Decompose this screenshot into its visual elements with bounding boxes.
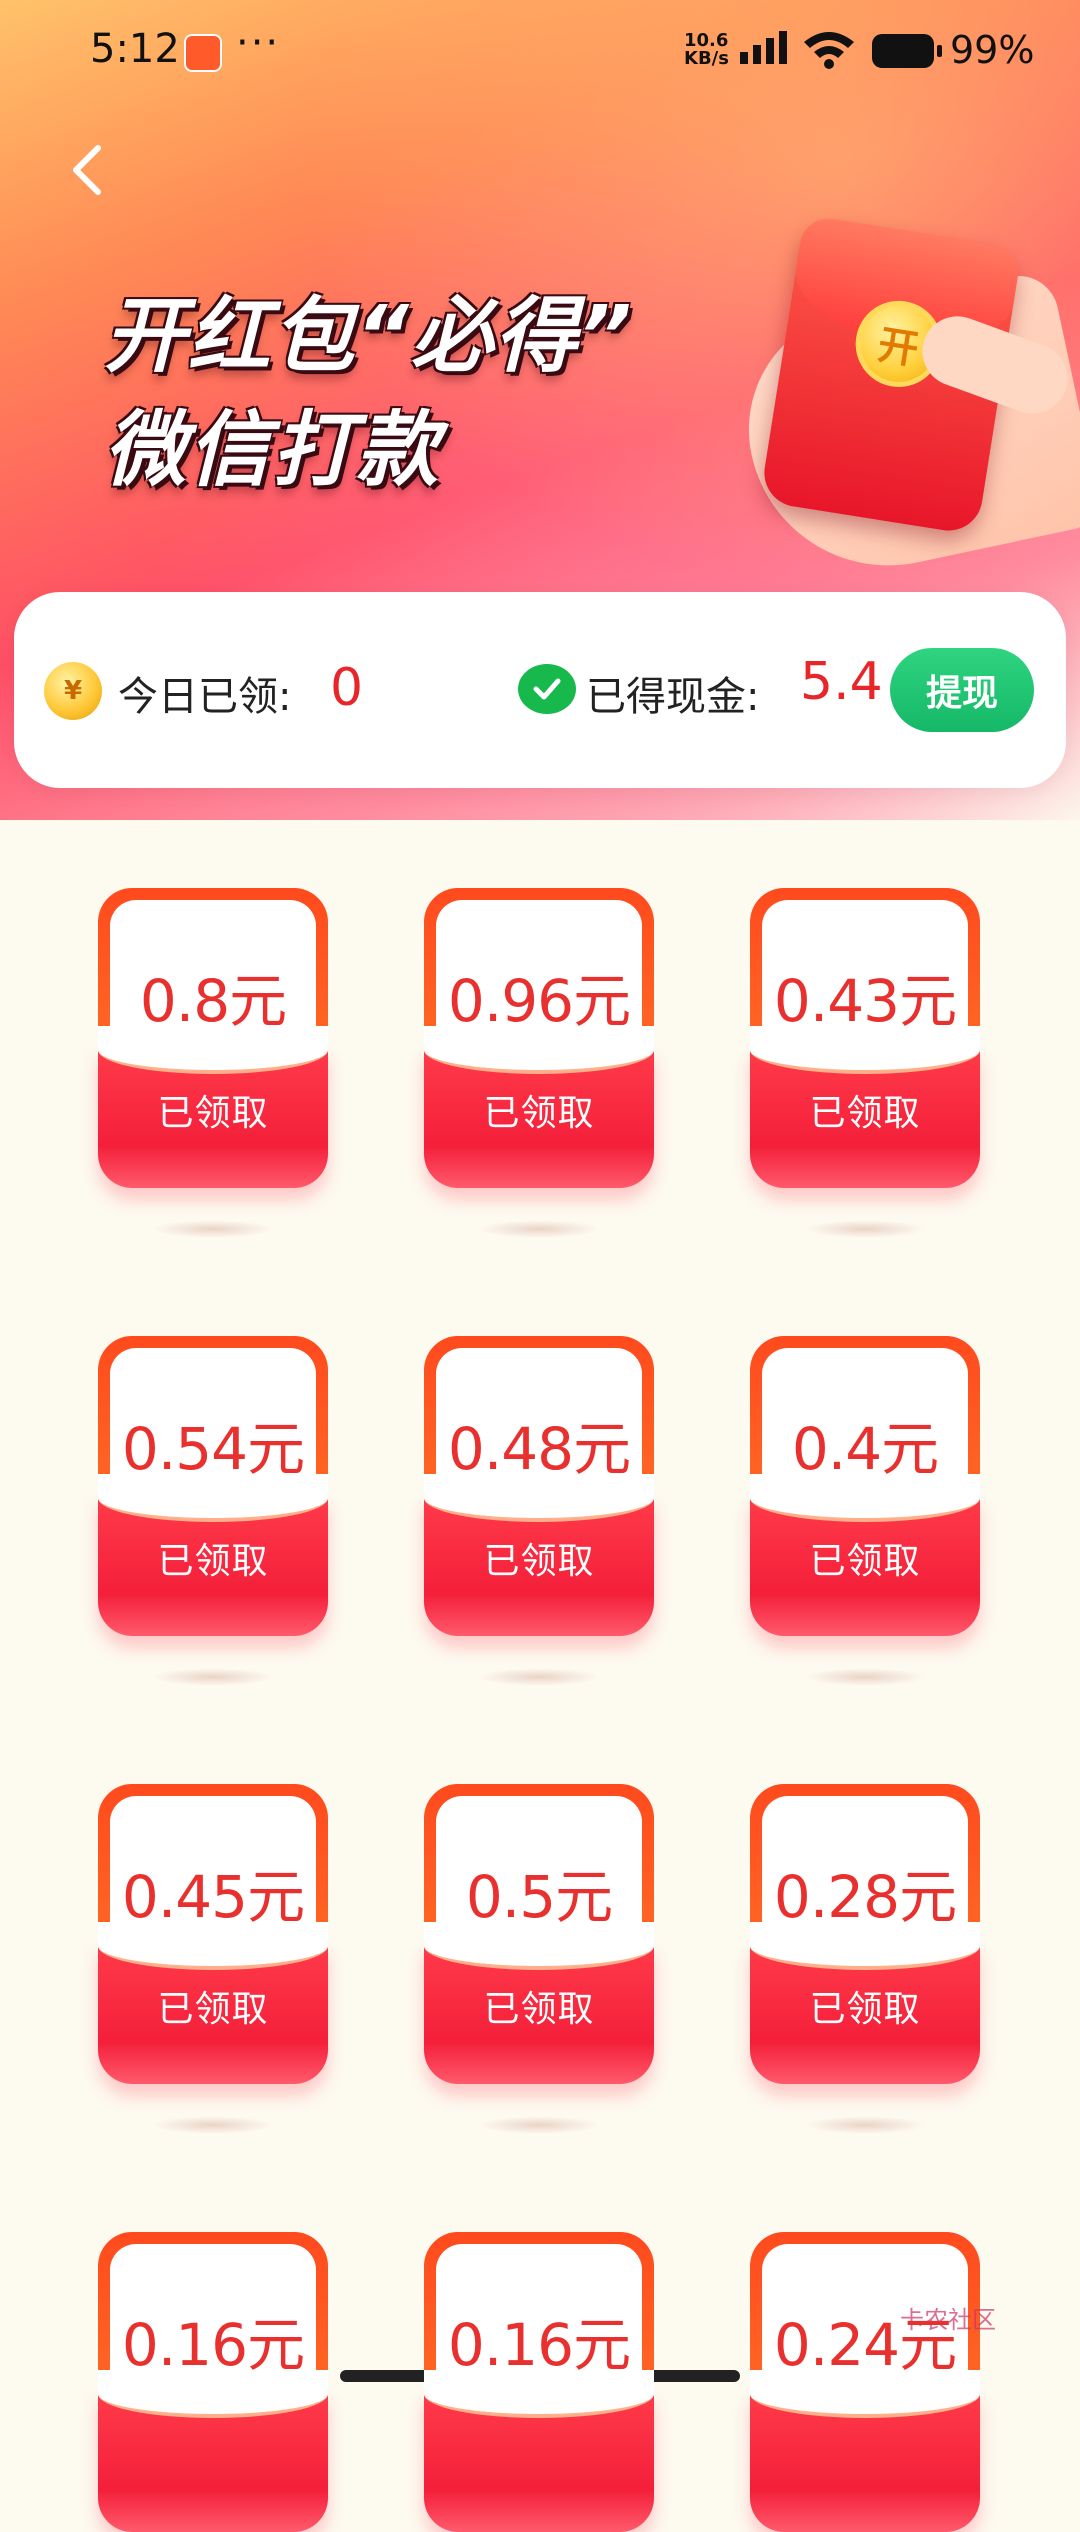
status-bar: 5:12 ··· 10.6 KB/s 99% [0, 0, 1080, 104]
signal-icon [740, 31, 787, 64]
envelope-shadow [805, 1220, 925, 1238]
red-envelope-item[interactable]: 0.16元 [98, 2232, 328, 2532]
envelope-status: 已领取 [483, 1541, 595, 1582]
red-envelope-item[interactable]: 0.5元已领取 [424, 1784, 654, 2084]
envelope-shadow [805, 2116, 925, 2134]
cash-earned-value: 5.4 [800, 652, 883, 712]
page-title-line2: 微信打款 [104, 403, 440, 498]
envelope-status: 已领取 [157, 1093, 269, 1134]
back-arrow-icon[interactable] [60, 140, 120, 200]
envelope-bottom [424, 2370, 654, 2532]
stats-card: ¥ 今日已领: 0 已得现金: 5.4 提现 [14, 592, 1066, 788]
envelope-amount: 0.24元 [773, 2311, 957, 2379]
envelope-amount: 0.28元 [773, 1863, 957, 1931]
page-title: 开红包“必得” 微信打款 [104, 280, 634, 508]
status-more-icon: ··· [236, 20, 281, 66]
red-envelope-item[interactable]: 0.48元已领取 [424, 1336, 654, 1636]
cash-earned-label: 已得现金: [586, 674, 760, 720]
envelope-shadow [479, 1668, 599, 1686]
envelope-amount: 0.4元 [791, 1415, 939, 1483]
red-envelope-item[interactable]: 0.45元已领取 [98, 1784, 328, 2084]
network-speed-unit: KB/s [684, 48, 729, 69]
envelope-shadow [479, 1220, 599, 1238]
withdraw-button[interactable]: 提现 [890, 648, 1034, 732]
envelope-amount: 0.48元 [447, 1415, 631, 1483]
wechat-check-icon [518, 664, 576, 714]
today-claimed-value: 0 [330, 658, 364, 718]
envelope-shadow [153, 2116, 273, 2134]
envelope-status: 已领取 [157, 1989, 269, 2030]
battery-icon [872, 34, 942, 68]
today-claimed-label: 今日已领: [118, 674, 292, 720]
envelope-amount: 0.16元 [447, 2311, 631, 2379]
page-title-line1: 开红包“必得” [104, 289, 634, 384]
envelope-status: 已领取 [809, 1093, 921, 1134]
app-notification-icon [184, 34, 222, 72]
envelope-shadow [479, 2116, 599, 2134]
envelope-bottom [98, 2370, 328, 2532]
envelope-status: 已领取 [809, 1541, 921, 1582]
wifi-icon [804, 32, 854, 69]
status-time: 5:12 [90, 26, 180, 72]
envelope-amount: 0.8元 [139, 967, 287, 1035]
network-speed: 10.6 KB/s [684, 32, 729, 68]
envelope-shadow [805, 1668, 925, 1686]
envelope-grid: 0.8元 已领取 0.96元 已领取 0.43元 已领取 0.54元 已领取 0.48元 已领取 0… [0, 880, 1080, 2532]
envelope-status: 已领取 [157, 1541, 269, 1582]
red-envelope-item[interactable]: 0.28元已领取 [750, 1784, 980, 2084]
envelope-amount: 0.96元 [447, 967, 631, 1035]
envelope-status: 已领取 [809, 1989, 921, 2030]
envelope-amount: 0.43元 [773, 967, 957, 1035]
red-envelope-item[interactable]: 0.16元 [424, 2232, 654, 2532]
red-envelope-item[interactable]: 0.43元已领取 [750, 888, 980, 1188]
battery-percent: 99% [950, 28, 1035, 72]
envelope-amount: 0.5元 [465, 1863, 613, 1931]
envelope-status: 已领取 [483, 1989, 595, 2030]
envelope-amount: 0.45元 [121, 1863, 305, 1931]
envelope-amount: 0.16元 [121, 2311, 305, 2379]
envelope-status: 已领取 [483, 1093, 595, 1134]
red-envelope-item[interactable]: 0.8元已领取 [98, 888, 328, 1188]
envelope-shadow [153, 1668, 273, 1686]
red-envelope-item[interactable]: 0.24元 [750, 2232, 980, 2532]
coin-icon: ¥ [44, 662, 102, 720]
red-envelope-item[interactable]: 0.54元已领取 [98, 1336, 328, 1636]
red-envelope-item[interactable]: 0.96元已领取 [424, 888, 654, 1188]
envelope-bottom [750, 2370, 980, 2532]
envelope-amount: 0.54元 [121, 1415, 305, 1483]
envelope-shadow [153, 1220, 273, 1238]
red-envelope-item[interactable]: 0.4元已领取 [750, 1336, 980, 1636]
